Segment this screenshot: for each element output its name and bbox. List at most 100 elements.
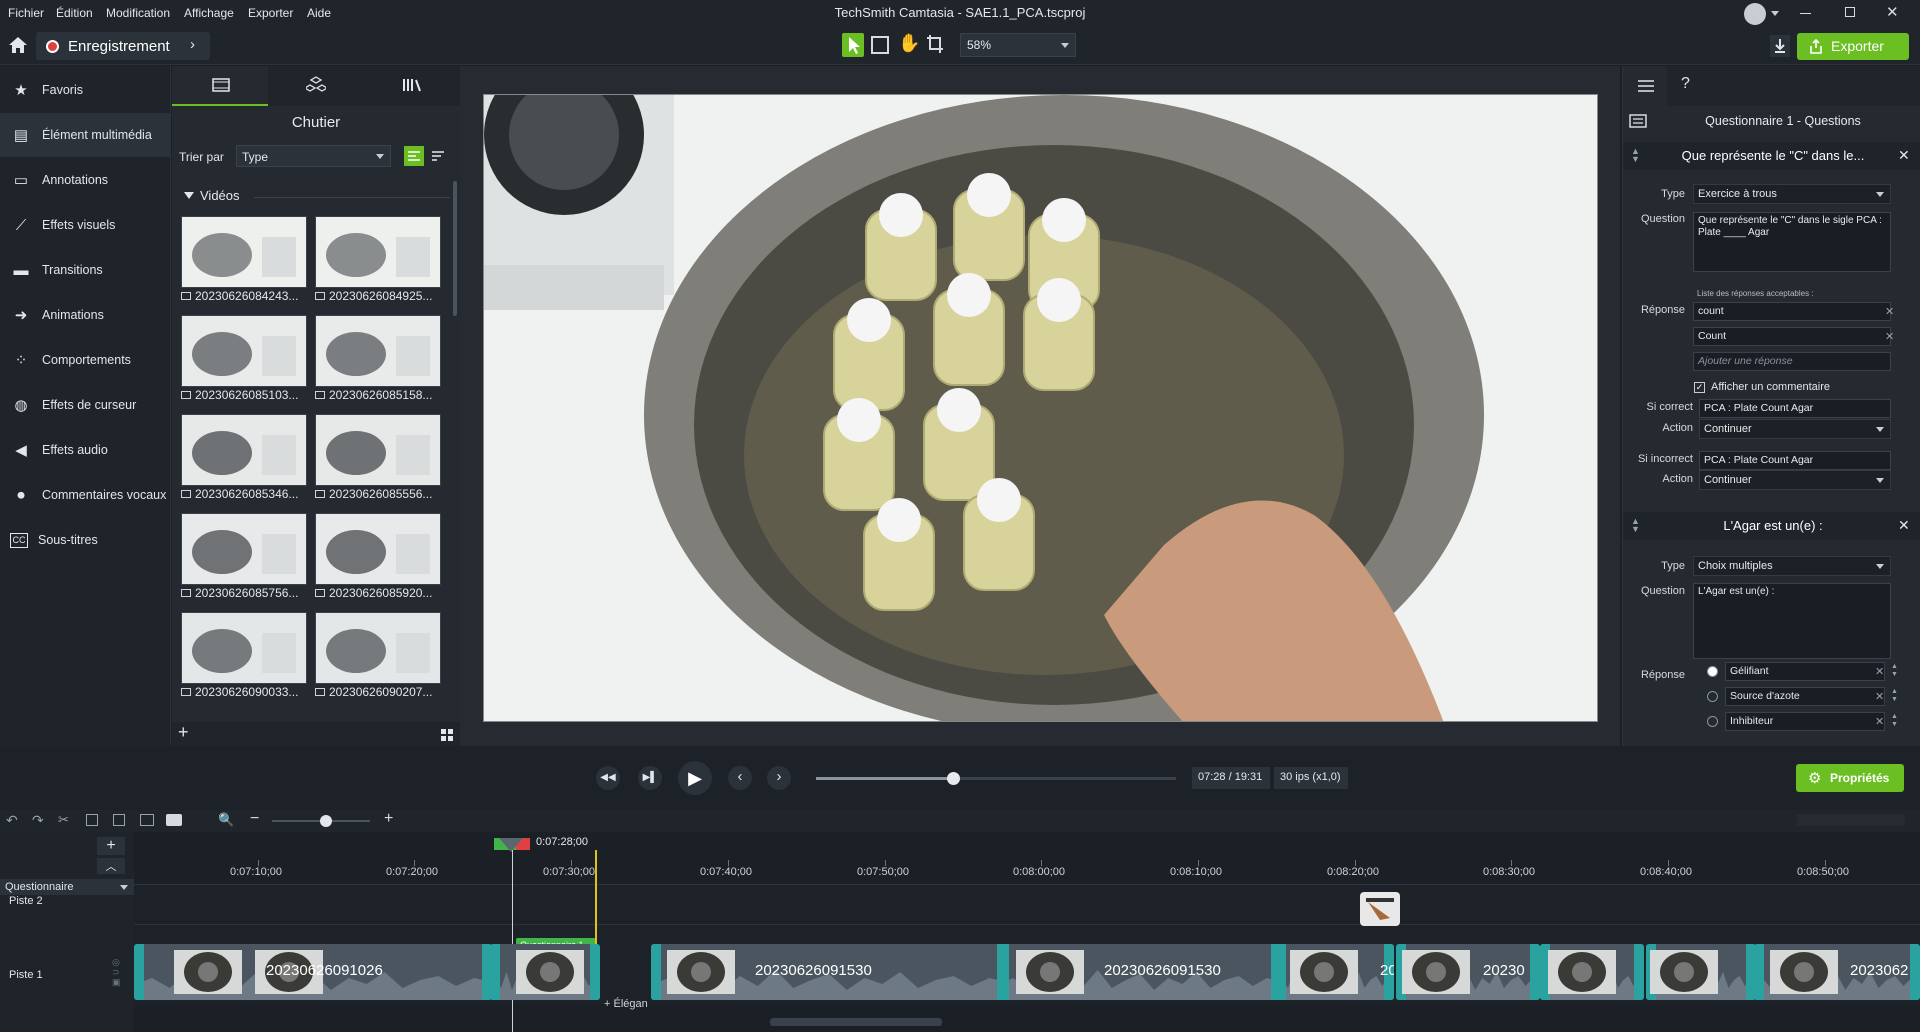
answer-radio[interactable]	[1707, 691, 1718, 702]
copy-icon[interactable]	[86, 814, 98, 826]
if-correct-input[interactable]: PCA : Plate Count Agar	[1699, 399, 1891, 418]
clip-handle-left[interactable]	[1276, 944, 1286, 1000]
remove-question-icon[interactable]: ✕	[1898, 517, 1910, 534]
zoom-out-icon[interactable]: −	[250, 810, 259, 828]
zoom-slider-track[interactable]	[272, 815, 370, 827]
add-track-icon[interactable]: +	[97, 837, 125, 855]
video-clip[interactable]: 20230626091530	[999, 944, 1281, 1000]
answer-input[interactable]: Source d'azote	[1725, 687, 1885, 706]
remove-question-icon[interactable]: ✕	[1898, 147, 1910, 164]
select-tool-icon[interactable]	[842, 33, 864, 57]
media-thumbnail[interactable]	[181, 612, 307, 684]
tab-books[interactable]	[364, 66, 460, 106]
question1-title[interactable]: Que représente le "C" dans le...	[1653, 148, 1893, 163]
comment-checkbox[interactable]: ✓	[1694, 382, 1705, 393]
tab-properties[interactable]	[1623, 66, 1667, 106]
track2-lane[interactable]	[134, 884, 1920, 924]
answer-radio[interactable]	[1707, 716, 1718, 727]
track2-clip[interactable]	[1360, 892, 1400, 926]
camera-icon[interactable]	[166, 814, 182, 826]
q2-question-textarea[interactable]: L'Agar est un(e) :	[1693, 583, 1891, 659]
q1-question-textarea[interactable]: Que représente le "C" dans le sigle PCA …	[1693, 212, 1891, 272]
nav-item-1[interactable]: ▤ Élément multimédia	[0, 113, 171, 157]
track-filter-dropdown[interactable]: Questionnaire	[0, 879, 134, 895]
zoom-slider-handle[interactable]	[320, 815, 332, 827]
video-clip[interactable]	[1540, 944, 1644, 1000]
clip-handle-right[interactable]	[590, 944, 600, 1000]
cut-icon[interactable]: ✂	[58, 812, 69, 828]
menu-exporter[interactable]: Exporter	[248, 6, 293, 20]
hand-tool-icon[interactable]: ✋	[898, 33, 920, 54]
tab-media[interactable]	[172, 66, 268, 106]
remove-answer-icon[interactable]: ✕	[1875, 690, 1884, 703]
answer-radio[interactable]	[1707, 666, 1718, 677]
remove-answer-icon[interactable]: ✕	[1875, 665, 1884, 678]
split-icon[interactable]	[140, 814, 154, 826]
scrubber-track[interactable]	[816, 772, 1176, 785]
play-button[interactable]: ▶	[678, 761, 712, 795]
scrubber-handle[interactable]	[946, 772, 960, 785]
video-clip[interactable]: 20230626091530	[651, 944, 1007, 1000]
answer-input[interactable]: Count	[1693, 327, 1891, 346]
paste-icon[interactable]	[113, 814, 125, 826]
media-thumbnail[interactable]	[315, 414, 441, 486]
clip-handle-left[interactable]	[134, 944, 144, 1000]
answer-input[interactable]: Gélifiant	[1725, 662, 1885, 681]
menu-fichier[interactable]: Fichier	[8, 6, 44, 20]
reorder-handle-icon[interactable]: ▲ ▼	[1631, 147, 1640, 164]
reorder-handle-icon[interactable]: ▲ ▼	[1631, 517, 1640, 534]
timeline-scroll-overview[interactable]	[1797, 814, 1905, 826]
collapse-up-icon[interactable]: ︿	[97, 858, 125, 874]
properties-button[interactable]: ⚙ Propriétés	[1796, 764, 1904, 792]
user-avatar-icon[interactable]	[1744, 3, 1766, 25]
transform-tool-icon[interactable]	[871, 36, 889, 54]
track1-lock-icon[interactable]: ◎ ⊃ ▣	[112, 957, 122, 987]
minimize-icon[interactable]	[1800, 13, 1811, 14]
preview-canvas[interactable]	[460, 66, 1620, 746]
bin-scrollbar[interactable]	[453, 181, 457, 316]
nav-item-5[interactable]: ➜ Animations	[0, 293, 171, 337]
menu-aide[interactable]: Aide	[307, 6, 331, 20]
reorder-answer-icon[interactable]: ▲ ▼	[1891, 688, 1898, 704]
nav-item-3[interactable]: ⟋ Effets visuels	[0, 203, 171, 247]
nav-item-0[interactable]: ★ Favoris	[0, 68, 171, 112]
remove-answer-icon[interactable]: ✕	[1875, 715, 1884, 728]
previous-marker-icon[interactable]: ‹	[728, 766, 752, 790]
clip-handle-right[interactable]	[1910, 944, 1920, 1000]
restore-icon[interactable]	[1845, 7, 1855, 17]
tab-library[interactable]	[268, 66, 364, 106]
clip-handle-left[interactable]	[999, 944, 1009, 1000]
zoom-icon[interactable]: 🔍	[218, 812, 234, 828]
reorder-answer-icon[interactable]: ▲ ▼	[1891, 663, 1898, 679]
video-clip[interactable]: 2023062	[1754, 944, 1920, 1000]
avatar-dropdown-icon[interactable]	[1771, 11, 1779, 16]
action-dropdown[interactable]: Continuer	[1699, 470, 1891, 490]
video-clip[interactable]: 20230	[1396, 944, 1540, 1000]
export-button[interactable]: Exporter	[1797, 33, 1909, 60]
sort-order-icon[interactable]	[428, 146, 448, 166]
video-clip[interactable]	[1646, 944, 1756, 1000]
nav-item-9[interactable]: ⏺ Commentaires vocaux	[0, 473, 171, 517]
playhead-handle[interactable]	[499, 838, 523, 852]
add-media-icon[interactable]: +	[178, 722, 189, 743]
answer-input[interactable]: count	[1693, 302, 1891, 321]
record-button[interactable]: Enregistrement	[36, 32, 210, 60]
nav-item-2[interactable]: ▭ Annotations	[0, 158, 171, 202]
media-thumbnail[interactable]	[315, 216, 441, 288]
video-frame[interactable]	[483, 94, 1598, 722]
media-thumbnail[interactable]	[181, 216, 307, 288]
clip-handle-left[interactable]	[1754, 944, 1764, 1000]
nav-item-6[interactable]: ⁘ Comportements	[0, 338, 171, 382]
close-window-icon[interactable]: ✕	[1886, 3, 1899, 21]
add-answer-input[interactable]: Ajouter une réponse	[1693, 352, 1891, 371]
video-clip[interactable]	[490, 944, 600, 1000]
help-icon[interactable]: ?	[1681, 75, 1690, 93]
undo-icon[interactable]: ↶	[6, 812, 18, 829]
menu-edition[interactable]: Édition	[56, 6, 93, 20]
answer-input[interactable]: Inhibiteur	[1725, 712, 1885, 731]
media-thumbnail[interactable]	[181, 513, 307, 585]
q1-type-dropdown[interactable]: Exercice à trous	[1693, 184, 1891, 204]
media-thumbnail[interactable]	[181, 414, 307, 486]
chevron-right-icon[interactable]: ›	[190, 36, 195, 53]
home-icon[interactable]	[8, 36, 28, 54]
